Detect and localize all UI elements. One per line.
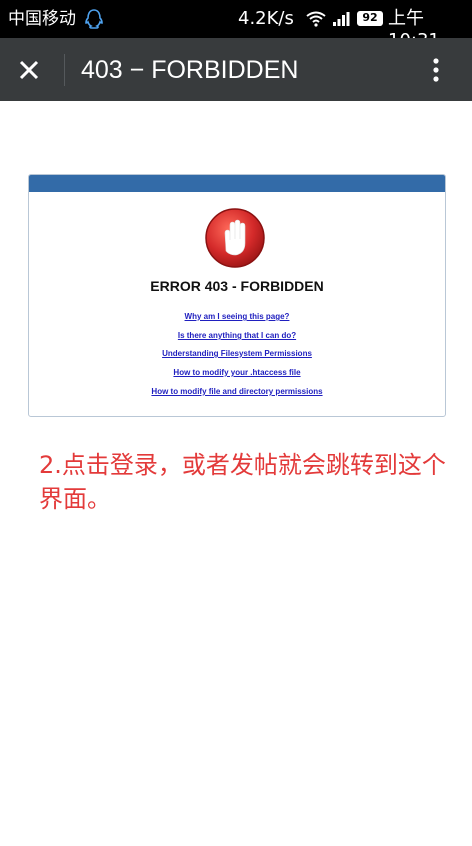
wifi-icon — [306, 11, 326, 27]
link-modify-permissions[interactable]: How to modify file and directory permiss… — [29, 387, 445, 396]
qq-icon — [85, 9, 103, 29]
battery-indicator: 92 — [357, 11, 383, 26]
status-bar: 中国移动 4.2K/s 92 上午10:31 — [0, 0, 472, 51]
signal-icon — [333, 12, 350, 26]
link-modify-htaccess[interactable]: How to modify your .htaccess file — [29, 368, 445, 377]
link-filesystem-permissions[interactable]: Understanding Filesystem Permissions — [29, 349, 445, 358]
stop-hand-icon — [205, 208, 265, 268]
page-title: 403 − FORBIDDEN — [81, 56, 299, 84]
carrier-label: 中国移动 — [8, 9, 76, 29]
close-icon[interactable] — [14, 55, 44, 85]
error-page-header — [29, 175, 445, 192]
network-speed: 4.2K/s — [238, 8, 294, 29]
web-content: ERROR 403 - FORBIDDEN Why am I seeing th… — [0, 101, 472, 846]
more-vert-icon[interactable] — [424, 55, 448, 85]
link-anything-to-do[interactable]: Is there anything that I can do? — [29, 331, 445, 340]
instruction-caption: 2.点击登录，或者发帖就会跳转到这个界面。 — [39, 451, 446, 513]
link-why-seeing[interactable]: Why am I seeing this page? — [29, 312, 445, 321]
title-divider — [64, 54, 65, 86]
error-title: ERROR 403 - FORBIDDEN — [150, 278, 324, 294]
title-bar: 403 − FORBIDDEN — [0, 38, 472, 101]
error-page-screenshot: ERROR 403 - FORBIDDEN Why am I seeing th… — [28, 174, 446, 417]
